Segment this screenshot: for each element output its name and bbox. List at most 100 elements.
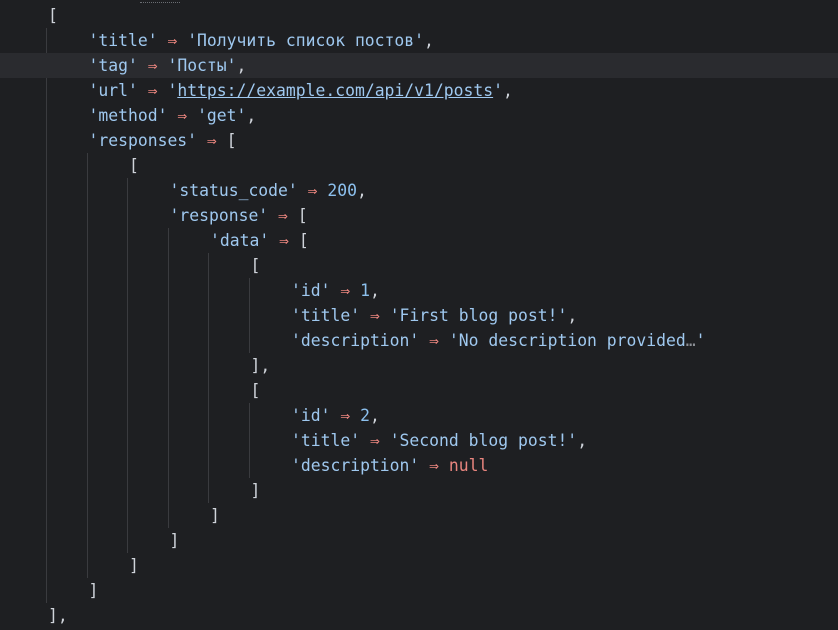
token-key: 'method' bbox=[88, 106, 168, 125]
code-line[interactable]: 'title' ⇒ 'Получить список постов', bbox=[0, 28, 838, 53]
code-text: 'id' ⇒ 2, bbox=[291, 403, 380, 428]
code-text: 'description' ⇒ null bbox=[291, 453, 488, 478]
code-text: 'title' ⇒ 'First blog post!', bbox=[291, 303, 577, 328]
token-punc: , bbox=[577, 431, 588, 450]
token-arrow: ⇒ bbox=[330, 406, 361, 425]
token-punc: [ bbox=[129, 156, 139, 175]
code-text: 'url' ⇒ 'https://example.com/api/v1/post… bbox=[89, 78, 513, 103]
code-line[interactable]: 'responses' ⇒ [ bbox=[0, 128, 838, 153]
token-key: 'title' bbox=[291, 431, 361, 450]
code-text: [ bbox=[251, 378, 261, 403]
token-punc: , bbox=[369, 281, 380, 300]
code-line[interactable]: [ bbox=[0, 3, 838, 28]
token-punc: [ bbox=[226, 131, 237, 150]
code-line[interactable]: 'id' ⇒ 1, bbox=[0, 278, 838, 303]
token-arrow: ⇒ bbox=[360, 306, 390, 325]
code-text: [ bbox=[48, 3, 58, 28]
code-line[interactable]: 'id' ⇒ 2, bbox=[0, 403, 838, 428]
token-key: 'responses' bbox=[88, 131, 198, 150]
code-line-current[interactable]: 'tag' ⇒ 'Посты', bbox=[0, 53, 838, 78]
token-num: 200 bbox=[327, 181, 358, 200]
code-text: ] bbox=[251, 478, 261, 503]
token-punc: [ bbox=[48, 6, 58, 25]
code-editor[interactable]: ['title' ⇒ 'Получить список постов','tag… bbox=[0, 0, 838, 630]
token-num: 1 bbox=[360, 281, 370, 300]
token-punc: ] bbox=[88, 581, 99, 600]
token-key: 'data' bbox=[210, 231, 270, 250]
token-punc: [ bbox=[250, 256, 261, 275]
code-text: 'title' ⇒ 'Second blog post!', bbox=[291, 428, 587, 453]
token-str: 'Second blog post!' bbox=[389, 431, 578, 450]
code-text: 'title' ⇒ 'Получить список постов', bbox=[89, 28, 434, 53]
token-arrow: ⇒ bbox=[419, 331, 449, 350]
token-punc: , bbox=[246, 106, 257, 125]
token-str: 'Получить список постов' bbox=[187, 31, 425, 50]
token-punc: ] bbox=[210, 506, 220, 525]
token-str: 'get' bbox=[197, 106, 247, 125]
code-line[interactable]: 'method' ⇒ 'get', bbox=[0, 103, 838, 128]
token-punc: [ bbox=[297, 206, 308, 225]
code-text: 'id' ⇒ 1, bbox=[291, 278, 380, 303]
token-punc: , bbox=[357, 181, 367, 200]
token-key: 'id' bbox=[291, 406, 331, 425]
token-str: ' bbox=[695, 331, 706, 350]
token-arrow: ⇒ bbox=[157, 31, 188, 50]
token-punc: , bbox=[369, 406, 380, 425]
code-line[interactable]: ], bbox=[0, 603, 838, 628]
token-punc: [ bbox=[298, 231, 309, 250]
code-line[interactable]: ] bbox=[0, 503, 838, 528]
code-text: 'data' ⇒ [ bbox=[210, 228, 309, 253]
code-line[interactable]: ] bbox=[0, 528, 838, 553]
token-punc: ] bbox=[129, 556, 139, 575]
token-link[interactable]: https://example.com/api/v1/posts bbox=[177, 81, 493, 100]
token-key: 'response' bbox=[169, 206, 269, 225]
code-line[interactable]: [ bbox=[0, 378, 838, 403]
token-punc: , bbox=[502, 81, 513, 100]
code-text: 'responses' ⇒ [ bbox=[89, 128, 237, 153]
token-str: ' bbox=[493, 81, 503, 100]
code-text: [ bbox=[129, 153, 139, 178]
code-line[interactable]: ] bbox=[0, 553, 838, 578]
code-text: 'description' ⇒ 'No description provided… bbox=[291, 328, 706, 353]
token-str: 'Посты' bbox=[167, 56, 237, 75]
code-line[interactable]: 'description' ⇒ null bbox=[0, 453, 838, 478]
code-line[interactable]: [ bbox=[0, 253, 838, 278]
code-line[interactable]: ] bbox=[0, 578, 838, 603]
token-punc: ], bbox=[48, 606, 68, 625]
code-text: 'method' ⇒ 'get', bbox=[89, 103, 257, 128]
token-arrow: ⇒ bbox=[330, 281, 361, 300]
code-line[interactable]: 'title' ⇒ 'Second blog post!', bbox=[0, 428, 838, 453]
token-punc: , bbox=[236, 56, 247, 75]
code-text: 'status_code' ⇒ 200, bbox=[170, 178, 367, 203]
code-line[interactable]: 'status_code' ⇒ 200, bbox=[0, 178, 838, 203]
code-line[interactable]: 'response' ⇒ [ bbox=[0, 203, 838, 228]
token-punc: ], bbox=[250, 356, 271, 375]
code-line[interactable]: 'url' ⇒ 'https://example.com/api/v1/post… bbox=[0, 78, 838, 103]
token-punc: ] bbox=[169, 531, 180, 550]
code-text: ] bbox=[170, 528, 180, 553]
code-text: ], bbox=[251, 353, 271, 378]
code-line[interactable]: ] bbox=[0, 478, 838, 503]
token-str: 'No description provided bbox=[448, 331, 686, 350]
token-str: 'First blog post!' bbox=[389, 306, 568, 325]
token-key: 'tag' bbox=[88, 56, 138, 75]
code-text: 'response' ⇒ [ bbox=[170, 203, 308, 228]
token-fold: … bbox=[685, 331, 696, 350]
token-punc: , bbox=[424, 31, 434, 50]
code-line[interactable]: 'title' ⇒ 'First blog post!', bbox=[0, 303, 838, 328]
code-line[interactable]: [ bbox=[0, 153, 838, 178]
token-punc: , bbox=[567, 306, 578, 325]
token-punc: ] bbox=[250, 481, 261, 500]
code-text: ] bbox=[210, 503, 220, 528]
token-arrow: ⇒ bbox=[197, 131, 227, 150]
token-key: 'title' bbox=[291, 306, 361, 325]
code-line[interactable]: ], bbox=[0, 353, 838, 378]
code-line[interactable]: 'description' ⇒ 'No description provided… bbox=[0, 328, 838, 353]
token-key: 'description' bbox=[291, 331, 420, 350]
code-text: ] bbox=[129, 553, 139, 578]
token-key: 'url' bbox=[88, 81, 138, 100]
code-text: ] bbox=[89, 578, 99, 603]
code-line[interactable]: 'data' ⇒ [ bbox=[0, 228, 838, 253]
token-arrow: ⇒ bbox=[419, 456, 449, 475]
token-arrow: ⇒ bbox=[137, 56, 168, 75]
